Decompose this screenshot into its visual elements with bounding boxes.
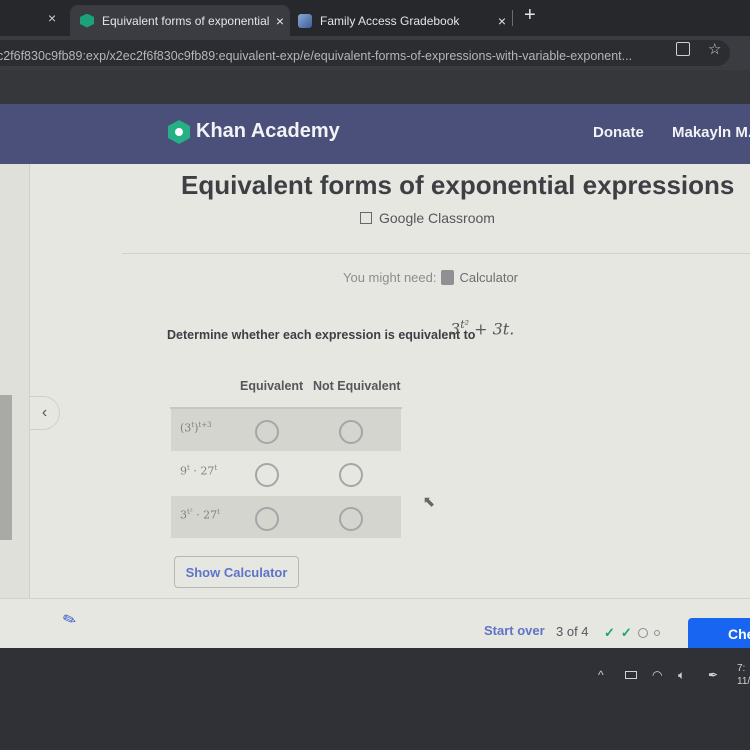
row-expression: 3t² · 27t xyxy=(180,508,220,522)
battery-icon[interactable] xyxy=(625,671,637,679)
target-expression: 3t² + 3t. xyxy=(450,318,514,338)
volume-icon[interactable]: 🔈︎ xyxy=(678,668,685,683)
tab-equivalent-forms[interactable]: Equivalent forms of exponential × xyxy=(70,5,290,36)
bookmarks-area xyxy=(0,70,750,104)
pen-icon[interactable]: ✒︎ xyxy=(708,668,718,682)
address-bar: ec2f6f830c9fb89:exp/x2ec2f6f830c9fb89:eq… xyxy=(0,36,750,70)
khan-academy-brand[interactable]: Khan Academy xyxy=(196,120,340,143)
radio-not-equivalent[interactable] xyxy=(339,507,363,531)
might-need-row: You might need: Calculator xyxy=(343,270,518,285)
browser-tab-bar: × Equivalent forms of exponential × Fami… xyxy=(0,0,750,36)
google-classroom-button[interactable]: Google Classroom xyxy=(360,210,495,226)
wifi-icon[interactable]: ◠ xyxy=(652,668,662,682)
clock-time: 7: xyxy=(737,663,746,674)
tab-label: Family Access Gradebook xyxy=(320,13,460,28)
column-header-not-equivalent: Not Equivalent xyxy=(313,379,401,393)
tab-close-icon[interactable]: × xyxy=(492,13,512,29)
previous-tab-close-icon[interactable]: × xyxy=(48,10,56,26)
table-row: (3t)t+3 xyxy=(171,409,401,451)
expr-rest-exponent: t xyxy=(214,464,218,472)
share-icon[interactable] xyxy=(676,42,690,56)
expr-rest-exponent: t xyxy=(217,508,220,516)
new-tab-plus-icon[interactable]: + xyxy=(524,4,536,27)
target-period: . xyxy=(509,319,515,339)
radio-not-equivalent[interactable] xyxy=(339,463,363,487)
expr-outer-exponent: t+3 xyxy=(198,421,212,429)
target-exponent: t² xyxy=(460,318,470,331)
progress-correct-check-icon: ✓ xyxy=(604,625,615,640)
screen: × Equivalent forms of exponential × Fami… xyxy=(0,0,750,750)
radio-equivalent[interactable] xyxy=(255,420,279,444)
progress-current-circle-icon xyxy=(637,628,648,638)
expr-base: (3 xyxy=(180,421,192,435)
tab-separator xyxy=(512,10,513,26)
expr-rest: · 27 xyxy=(192,508,218,522)
question-prompt: Determine whether each expression is equ… xyxy=(167,328,476,342)
user-menu[interactable]: Makayln M. xyxy=(672,124,750,141)
radio-equivalent[interactable] xyxy=(255,463,279,487)
google-classroom-label: Google Classroom xyxy=(379,210,495,226)
progress-dots: ✓ ✓ xyxy=(604,625,660,641)
radio-not-equivalent[interactable] xyxy=(339,420,363,444)
url-text: ec2f6f830c9fb89:exp/x2ec2f6f830c9fb89:eq… xyxy=(0,49,633,63)
taskbar xyxy=(0,648,750,750)
donate-link[interactable]: Donate xyxy=(593,124,644,141)
progress-correct-check-icon: ✓ xyxy=(620,625,632,640)
page-title: Equivalent forms of exponential expressi… xyxy=(181,170,735,200)
column-header-equivalent: Equivalent xyxy=(240,379,304,393)
khan-academy-favicon-icon xyxy=(80,13,94,28)
calculator-icon xyxy=(441,270,455,285)
row-expression: 9t · 27t xyxy=(180,464,217,478)
target-base: 3 xyxy=(450,319,461,339)
table-row: 3t² · 27t xyxy=(171,496,401,538)
sidebar-scrollbar[interactable] xyxy=(0,395,12,540)
exercise-content xyxy=(0,164,750,644)
table-row: 9t · 27t xyxy=(171,452,401,494)
tab-family-access-gradebook[interactable]: Family Access Gradebook × xyxy=(290,5,512,36)
clock-date: 11/ xyxy=(737,676,750,687)
title-divider xyxy=(122,253,750,254)
radio-equivalent[interactable] xyxy=(255,507,279,531)
expr-rest: · 27 xyxy=(189,464,215,478)
target-rest: + 3t xyxy=(469,319,510,339)
tab-close-icon[interactable]: × xyxy=(270,13,290,29)
expr-base: 3 xyxy=(180,508,187,522)
chevron-left-icon: ‹ xyxy=(41,404,48,421)
row-expression: (3t)t+3 xyxy=(180,421,212,435)
show-hidden-icons-chevron-icon[interactable]: ^ xyxy=(598,668,604,682)
check-button[interactable]: Check xyxy=(688,618,750,652)
family-access-favicon-icon xyxy=(298,13,312,28)
progress-count: 3 of 4 xyxy=(556,624,589,639)
expr-base: 9 xyxy=(180,464,187,478)
bookmark-star-icon[interactable]: ☆ xyxy=(708,40,721,58)
taskbar-clock[interactable]: 7: 11/ xyxy=(737,662,750,688)
might-need-label: You might need: xyxy=(343,270,437,285)
google-classroom-icon xyxy=(360,212,372,224)
calculator-link[interactable]: Calculator xyxy=(459,270,518,285)
tab-label: Equivalent forms of exponential xyxy=(102,13,270,28)
start-over-link[interactable]: Start over xyxy=(484,623,545,638)
progress-upcoming-dot-icon xyxy=(653,630,660,636)
show-calculator-button[interactable]: Show Calculator xyxy=(174,556,299,588)
url-field[interactable]: ec2f6f830c9fb89:exp/x2ec2f6f830c9fb89:eq… xyxy=(0,40,730,66)
